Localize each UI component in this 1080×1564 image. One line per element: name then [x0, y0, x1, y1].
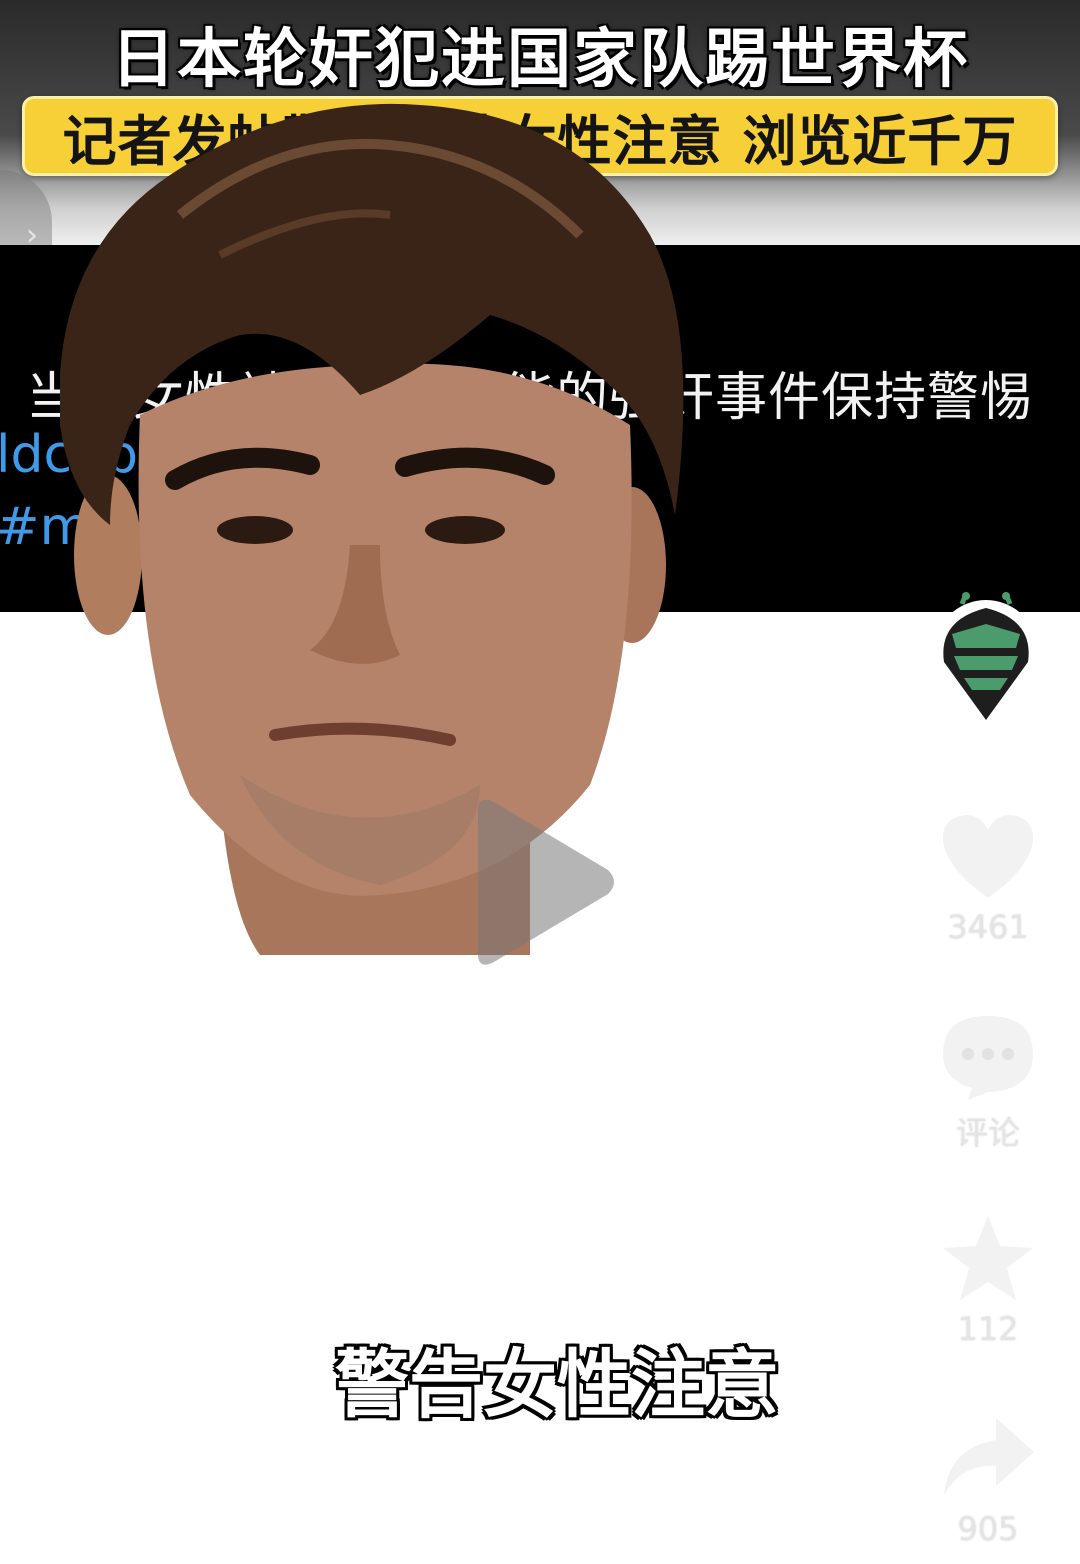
- heart-icon: [942, 814, 1034, 898]
- video-caption: 警告女性注意: [335, 1342, 779, 1428]
- favorite-count: 112: [957, 1310, 1019, 1348]
- star-icon: [943, 1216, 1033, 1300]
- play-icon[interactable]: [460, 790, 620, 975]
- comment-button[interactable]: 评论: [930, 1010, 1046, 1154]
- comment-bubble-icon: [943, 1016, 1033, 1100]
- like-button[interactable]: 3461: [930, 810, 1046, 946]
- share-arrow-icon: [944, 1418, 1034, 1496]
- banner-title: 日本轮奸犯进国家队踢世界杯: [111, 23, 969, 97]
- author-avatar[interactable]: [930, 590, 1042, 725]
- comment-label: 评论: [955, 1114, 1020, 1152]
- share-count: 905: [957, 1510, 1019, 1548]
- favorite-button[interactable]: 112: [930, 1212, 1046, 1348]
- share-button[interactable]: 905: [930, 1412, 1046, 1548]
- bottom-tag: [38, 1502, 216, 1556]
- like-count: 3461: [947, 908, 1029, 946]
